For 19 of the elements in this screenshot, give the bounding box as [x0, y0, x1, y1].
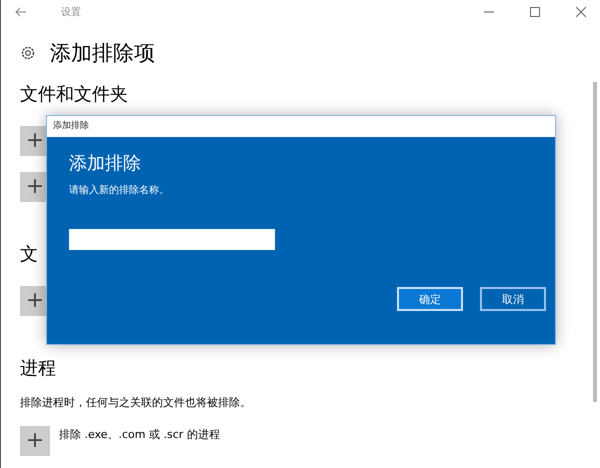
dialog-button[interactable]: 取消 — [480, 287, 546, 311]
section-description: 排除进程时，任何与之关联的文件也将被排除。 — [20, 395, 251, 410]
name-input-field[interactable] — [69, 229, 275, 250]
window-title: 设置 — [61, 6, 81, 19]
dialog-button[interactable]: 确定 — [397, 287, 463, 311]
add-button[interactable]: + — [20, 426, 50, 456]
dialog-prompt: 请输入新的排除名称。 — [69, 184, 170, 197]
section-heading: 文件和文件夹 — [20, 83, 128, 107]
maximize-icon[interactable] — [530, 7, 540, 17]
dialog-heading: 添加排除 — [69, 152, 142, 175]
scrollbar[interactable] — [593, 82, 597, 402]
close-icon[interactable] — [576, 7, 586, 17]
section-heading: 文 — [20, 243, 38, 267]
settings-icon — [20, 45, 36, 61]
back-icon[interactable] — [15, 7, 27, 17]
page-title: 添加排除项 — [50, 40, 155, 67]
section-heading: 进程 — [20, 357, 56, 381]
add-label: 排除 .exe、.com 或 .scr 的进程 — [59, 427, 220, 442]
dialog-title: 添加排除 — [47, 116, 555, 137]
